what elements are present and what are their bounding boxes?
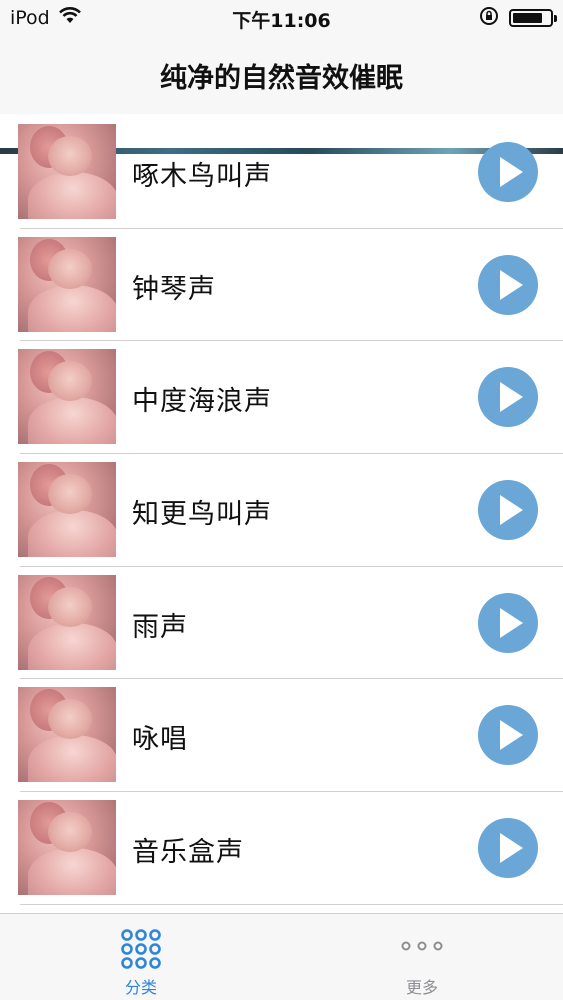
sleeping-baby-thumbnail: [18, 462, 116, 558]
sound-label: 中度海浪声: [132, 386, 272, 418]
play-button[interactable]: [478, 254, 538, 315]
play-icon: [500, 833, 523, 864]
sleeping-baby-thumbnail: [18, 800, 116, 896]
tab-categories-label: 分类: [124, 978, 157, 997]
play-icon: [500, 382, 523, 413]
tab-bar: 分类 更多: [0, 913, 563, 1000]
play-icon: [500, 720, 523, 751]
list-item[interactable]: 知更鸟叫声: [18, 454, 563, 567]
list-item[interactable]: 钟琴声: [18, 229, 563, 342]
sound-label: 知更鸟叫声: [132, 499, 272, 531]
play-button[interactable]: [478, 480, 538, 541]
play-icon: [500, 495, 523, 526]
sound-list: 啄木鸟叫声钟琴声中度海浪声知更鸟叫声雨声咏唱音乐盒声: [0, 116, 563, 905]
list-item[interactable]: 雨声: [18, 567, 563, 680]
battery-level: [513, 13, 542, 23]
sound-label: 钟琴声: [132, 273, 216, 305]
tab-more-label: 更多: [405, 978, 438, 997]
sound-label: 咏唱: [132, 724, 188, 756]
list-item[interactable]: 啄木鸟叫声: [18, 116, 563, 229]
more-dots-icon: [400, 938, 444, 957]
play-button[interactable]: [478, 142, 538, 202]
sleeping-baby-thumbnail: [18, 574, 116, 670]
sleeping-baby-thumbnail: [18, 236, 116, 332]
play-button[interactable]: [478, 367, 538, 428]
play-button[interactable]: [478, 705, 538, 766]
grid-dots-icon: [120, 928, 162, 974]
sound-label: 啄木鸟叫声: [132, 161, 272, 192]
list-item[interactable]: 音乐盒声: [18, 792, 563, 905]
list-item[interactable]: 中度海浪声: [18, 341, 563, 455]
tab-categories[interactable]: 分类: [61, 914, 221, 1000]
play-button[interactable]: [478, 592, 538, 653]
battery-icon: [509, 9, 557, 27]
list-item[interactable]: 咏唱: [18, 679, 563, 793]
play-button[interactable]: [478, 818, 538, 879]
nav-bar: 纯净的自然音效催眠: [0, 38, 563, 154]
page-title: 纯净的自然音效催眠: [160, 63, 403, 94]
play-icon: [500, 157, 523, 187]
rotation-lock-icon: [479, 6, 499, 30]
sound-label: 音乐盒声: [132, 837, 244, 869]
sleeping-baby-thumbnail: [18, 687, 116, 783]
status-bar: iPod 下午11:06: [0, 0, 563, 38]
play-icon: [500, 269, 523, 300]
sound-label: 雨声: [132, 611, 188, 643]
sleeping-baby-thumbnail: [18, 349, 116, 445]
sleeping-baby-thumbnail: [18, 124, 116, 219]
tab-more[interactable]: 更多: [342, 914, 502, 1000]
play-icon: [500, 607, 523, 638]
